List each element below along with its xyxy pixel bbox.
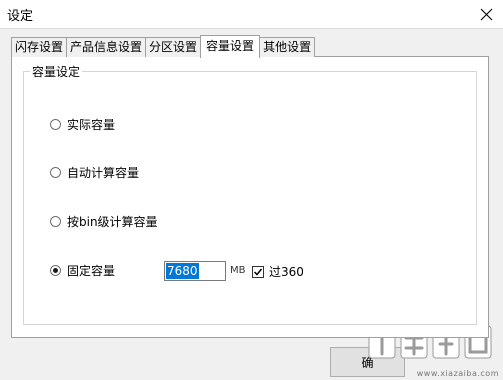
tab-other-settings[interactable]: 其他设置 — [259, 37, 316, 57]
tab-capacity-settings[interactable]: 容量设置 — [200, 35, 261, 58]
capacity-value-selected: 7680 — [166, 263, 199, 279]
capacity-tab-panel: 容量设定 实际容量 自动计算容量 按bin级计算容量 固定容量 7680 MB — [11, 56, 489, 338]
window-title: 设定 — [7, 9, 34, 24]
radio-fixed-capacity[interactable]: 固定容量 — [50, 262, 115, 279]
capacity-unit: MB — [230, 265, 246, 276]
checkmark-icon — [253, 268, 263, 276]
watermark-url: www.xiazaiba.com — [416, 369, 499, 378]
tab-strip: 闪存设置 产品信息设置 分区设置 容量设置 其他设置 — [11, 35, 316, 58]
title-bar: 设定 — [0, 0, 503, 28]
radio-button-selected[interactable] — [50, 265, 61, 276]
capacity-group: 容量设定 实际容量 自动计算容量 按bin级计算容量 固定容量 7680 MB — [23, 63, 477, 325]
over-360-checkbox[interactable] — [252, 265, 264, 278]
radio-bin-level-capacity[interactable]: 按bin级计算容量 — [50, 213, 158, 230]
tab-partition-settings[interactable]: 分区设置 — [145, 37, 202, 57]
tab-product-info-settings[interactable]: 产品信息设置 — [66, 37, 147, 57]
close-icon — [480, 8, 492, 20]
radio-label: 实际容量 — [67, 118, 116, 132]
radio-button[interactable] — [50, 167, 61, 178]
radio-button[interactable] — [50, 119, 61, 130]
over-360-option[interactable]: 过360 — [252, 263, 304, 280]
radio-label: 按bin级计算容量 — [67, 215, 158, 229]
capacity-group-title: 容量设定 — [32, 65, 81, 79]
radio-label: 自动计算容量 — [67, 166, 140, 180]
radio-actual-capacity[interactable]: 实际容量 — [50, 116, 115, 133]
tab-flash-settings[interactable]: 闪存设置 — [11, 37, 68, 57]
radio-label: 固定容量 — [67, 264, 116, 278]
radio-button[interactable] — [50, 216, 61, 227]
radio-auto-calculate-capacity[interactable]: 自动计算容量 — [50, 164, 139, 181]
close-button[interactable] — [469, 0, 503, 28]
over-360-label: 过360 — [269, 265, 304, 279]
fixed-capacity-input[interactable]: 7680 — [164, 261, 226, 281]
